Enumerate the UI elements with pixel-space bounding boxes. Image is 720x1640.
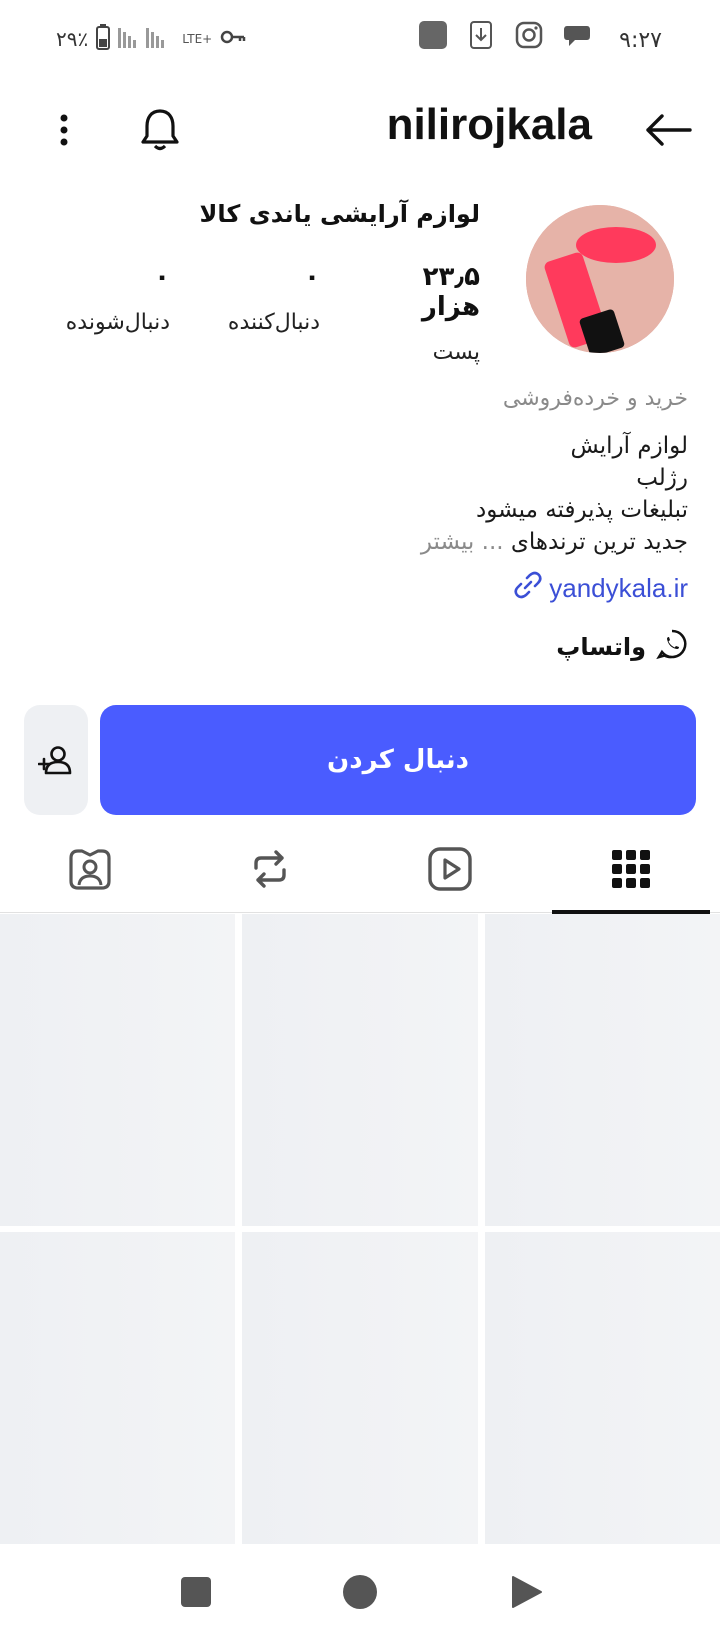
posts-grid	[0, 914, 720, 1544]
bio-line-last: جدید ترین ترندهای ... بیشتر	[88, 526, 688, 558]
following-label: دنبال‌شونده	[65, 310, 170, 335]
home-button[interactable]	[338, 1570, 382, 1614]
more-vertical-icon	[60, 114, 68, 146]
add-person-icon	[38, 746, 72, 775]
profile-stats: ۲۳٫۵ هزار پست ۰ دنبال‌کننده ۰ دنبال‌شوند…	[40, 262, 480, 365]
back-nav-button[interactable]	[504, 1570, 548, 1614]
status-right-icons	[418, 20, 592, 50]
key-icon	[220, 29, 246, 49]
whatsapp-icon	[656, 628, 688, 666]
followers-label: دنبال‌کننده	[227, 310, 320, 335]
system-nav-bar	[0, 1544, 720, 1640]
bio-line: جدید ترین ترندهای	[510, 529, 688, 555]
post-placeholder[interactable]	[242, 1232, 478, 1544]
back-button[interactable]	[638, 100, 698, 160]
post-placeholder[interactable]	[485, 914, 720, 1226]
download-icon	[466, 20, 496, 50]
status-left: ۲۹٪ LTE+	[56, 24, 246, 54]
signal-icon	[118, 24, 174, 54]
follow-button[interactable]: دنبال کردن	[100, 705, 696, 815]
suggested-users-button[interactable]	[24, 705, 88, 815]
link-icon	[513, 570, 543, 607]
network-type: LTE+	[182, 32, 213, 46]
grid-icon	[612, 850, 650, 888]
bio-line: تبلیغات پذیرفته میشود	[475, 497, 688, 523]
stat-followers[interactable]: ۰ دنبال‌کننده	[200, 262, 320, 335]
stat-following[interactable]: ۰ دنبال‌شونده	[40, 262, 170, 335]
display-name: لوازم آرایشی یاندی کالا	[199, 200, 480, 228]
chat-icon	[562, 20, 592, 50]
square-icon	[181, 1577, 211, 1607]
post-placeholder[interactable]	[242, 914, 478, 1226]
profile-bio: لوازم آرایش رژلب تبلیغات پذیرفته میشود ج…	[88, 430, 688, 558]
profile-avatar[interactable]	[526, 205, 674, 353]
tab-grid[interactable]	[546, 825, 716, 914]
profile-username: nilirojkala	[386, 100, 592, 149]
circle-icon	[343, 1575, 377, 1609]
post-placeholder[interactable]	[485, 1232, 720, 1544]
followers-count: ۰	[304, 262, 320, 292]
following-count: ۰	[154, 262, 170, 292]
profile-category: خرید و خرده‌فروشی	[502, 386, 688, 411]
battery-percent: ۲۹٪	[56, 27, 89, 51]
tab-reposts[interactable]	[185, 825, 355, 913]
battery-icon	[96, 24, 111, 54]
avatar-image	[526, 205, 674, 353]
bio-more-link[interactable]: ... بیشتر	[421, 529, 504, 555]
triangle-back-icon	[512, 1576, 542, 1608]
clock: ۹:۲۷	[619, 28, 662, 53]
notifications-button[interactable]	[130, 100, 190, 160]
stat-posts[interactable]: ۲۳٫۵ هزار پست	[370, 262, 480, 365]
more-options-button[interactable]	[44, 100, 84, 160]
arrow-left-icon	[646, 114, 692, 146]
website-url: yandykala.ir	[549, 573, 688, 603]
whatsapp-contact[interactable]: واتساپ	[556, 628, 688, 666]
profile-website-link[interactable]: yandykala.ir	[513, 570, 688, 607]
tab-reels[interactable]	[365, 825, 535, 913]
bio-line: لوازم آرایش	[570, 433, 688, 459]
whatsapp-label: واتساپ	[556, 633, 646, 661]
tagged-person-icon	[69, 849, 111, 890]
app-notification-icon	[418, 20, 448, 50]
tab-tagged[interactable]	[5, 825, 175, 913]
post-placeholder[interactable]	[0, 1232, 235, 1544]
profile-header: nilirojkala	[0, 80, 720, 180]
post-placeholder[interactable]	[0, 914, 235, 1226]
recents-button[interactable]	[174, 1570, 218, 1614]
posts-count: ۲۳٫۵ هزار	[421, 262, 480, 322]
bio-line: رژلب	[636, 465, 688, 491]
content-tabs	[0, 825, 720, 914]
instagram-icon	[514, 20, 544, 50]
status-bar: ۲۹٪ LTE+ ۹:۲۷	[0, 0, 720, 80]
reels-play-icon	[428, 847, 472, 891]
repost-icon	[254, 850, 286, 888]
posts-label: پست	[432, 340, 480, 365]
bell-icon	[141, 109, 179, 151]
